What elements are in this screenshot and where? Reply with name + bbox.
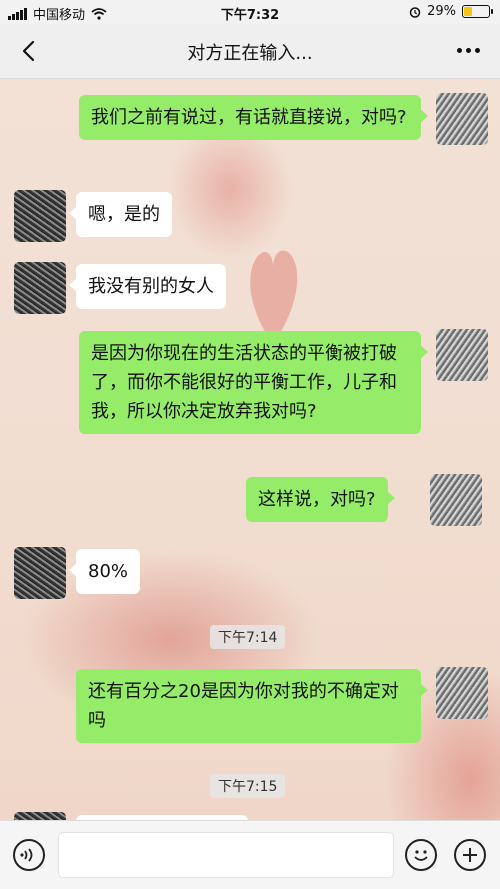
contact-avatar[interactable] xyxy=(14,190,66,242)
my-avatar[interactable] xyxy=(436,667,488,719)
message-bubble[interactable]: 这样说，对吗? xyxy=(246,477,395,522)
alarm-icon xyxy=(409,6,421,18)
timestamp: 下午7:14 xyxy=(210,625,286,649)
message-bubble[interactable]: 是因为你现在的生活状态的平衡被打破了，而你不能很好的平衡工作，儿子和我，所以你决… xyxy=(79,331,428,434)
timestamp: 下午7:15 xyxy=(210,774,286,798)
voice-icon[interactable] xyxy=(13,839,45,871)
message-bubble[interactable]: 我没有别的女人 xyxy=(69,264,226,309)
message-input[interactable] xyxy=(58,832,394,878)
chat-header: 对方正在输入... xyxy=(0,24,500,79)
message-bubble[interactable]: 还有百分之20是因为你对我的不确定对吗 xyxy=(76,669,428,743)
message-bubble[interactable]: 我们之前有说过，有话就直接说，对吗? xyxy=(79,95,428,140)
battery-level xyxy=(464,7,472,16)
battery-icon xyxy=(462,5,493,18)
plus-icon[interactable] xyxy=(454,839,486,871)
chat-title: 对方正在输入... xyxy=(187,43,313,64)
my-avatar[interactable] xyxy=(436,93,488,145)
more-dots-icon[interactable] xyxy=(457,48,480,53)
contact-avatar[interactable] xyxy=(14,547,66,599)
message-bubble[interactable]: 80% xyxy=(68,549,141,594)
input-bar xyxy=(0,820,500,889)
contact-avatar[interactable] xyxy=(14,262,66,314)
message-bubble[interactable]: 嗯，是的 xyxy=(69,192,172,237)
my-avatar[interactable] xyxy=(436,329,488,381)
emoji-icon[interactable] xyxy=(405,839,437,871)
my-avatar[interactable] xyxy=(430,474,482,526)
status-bar: 中国移动 下午7:32 29% xyxy=(0,0,500,24)
battery-percent: 29% xyxy=(427,4,456,19)
status-right: 29% xyxy=(409,4,493,19)
contact-avatar[interactable] xyxy=(14,812,66,820)
chat-area[interactable]: 我们之前有说过，有话就直接说，对吗? 嗯，是的 我没有别的女人 是因为你现在的生… xyxy=(0,79,500,820)
